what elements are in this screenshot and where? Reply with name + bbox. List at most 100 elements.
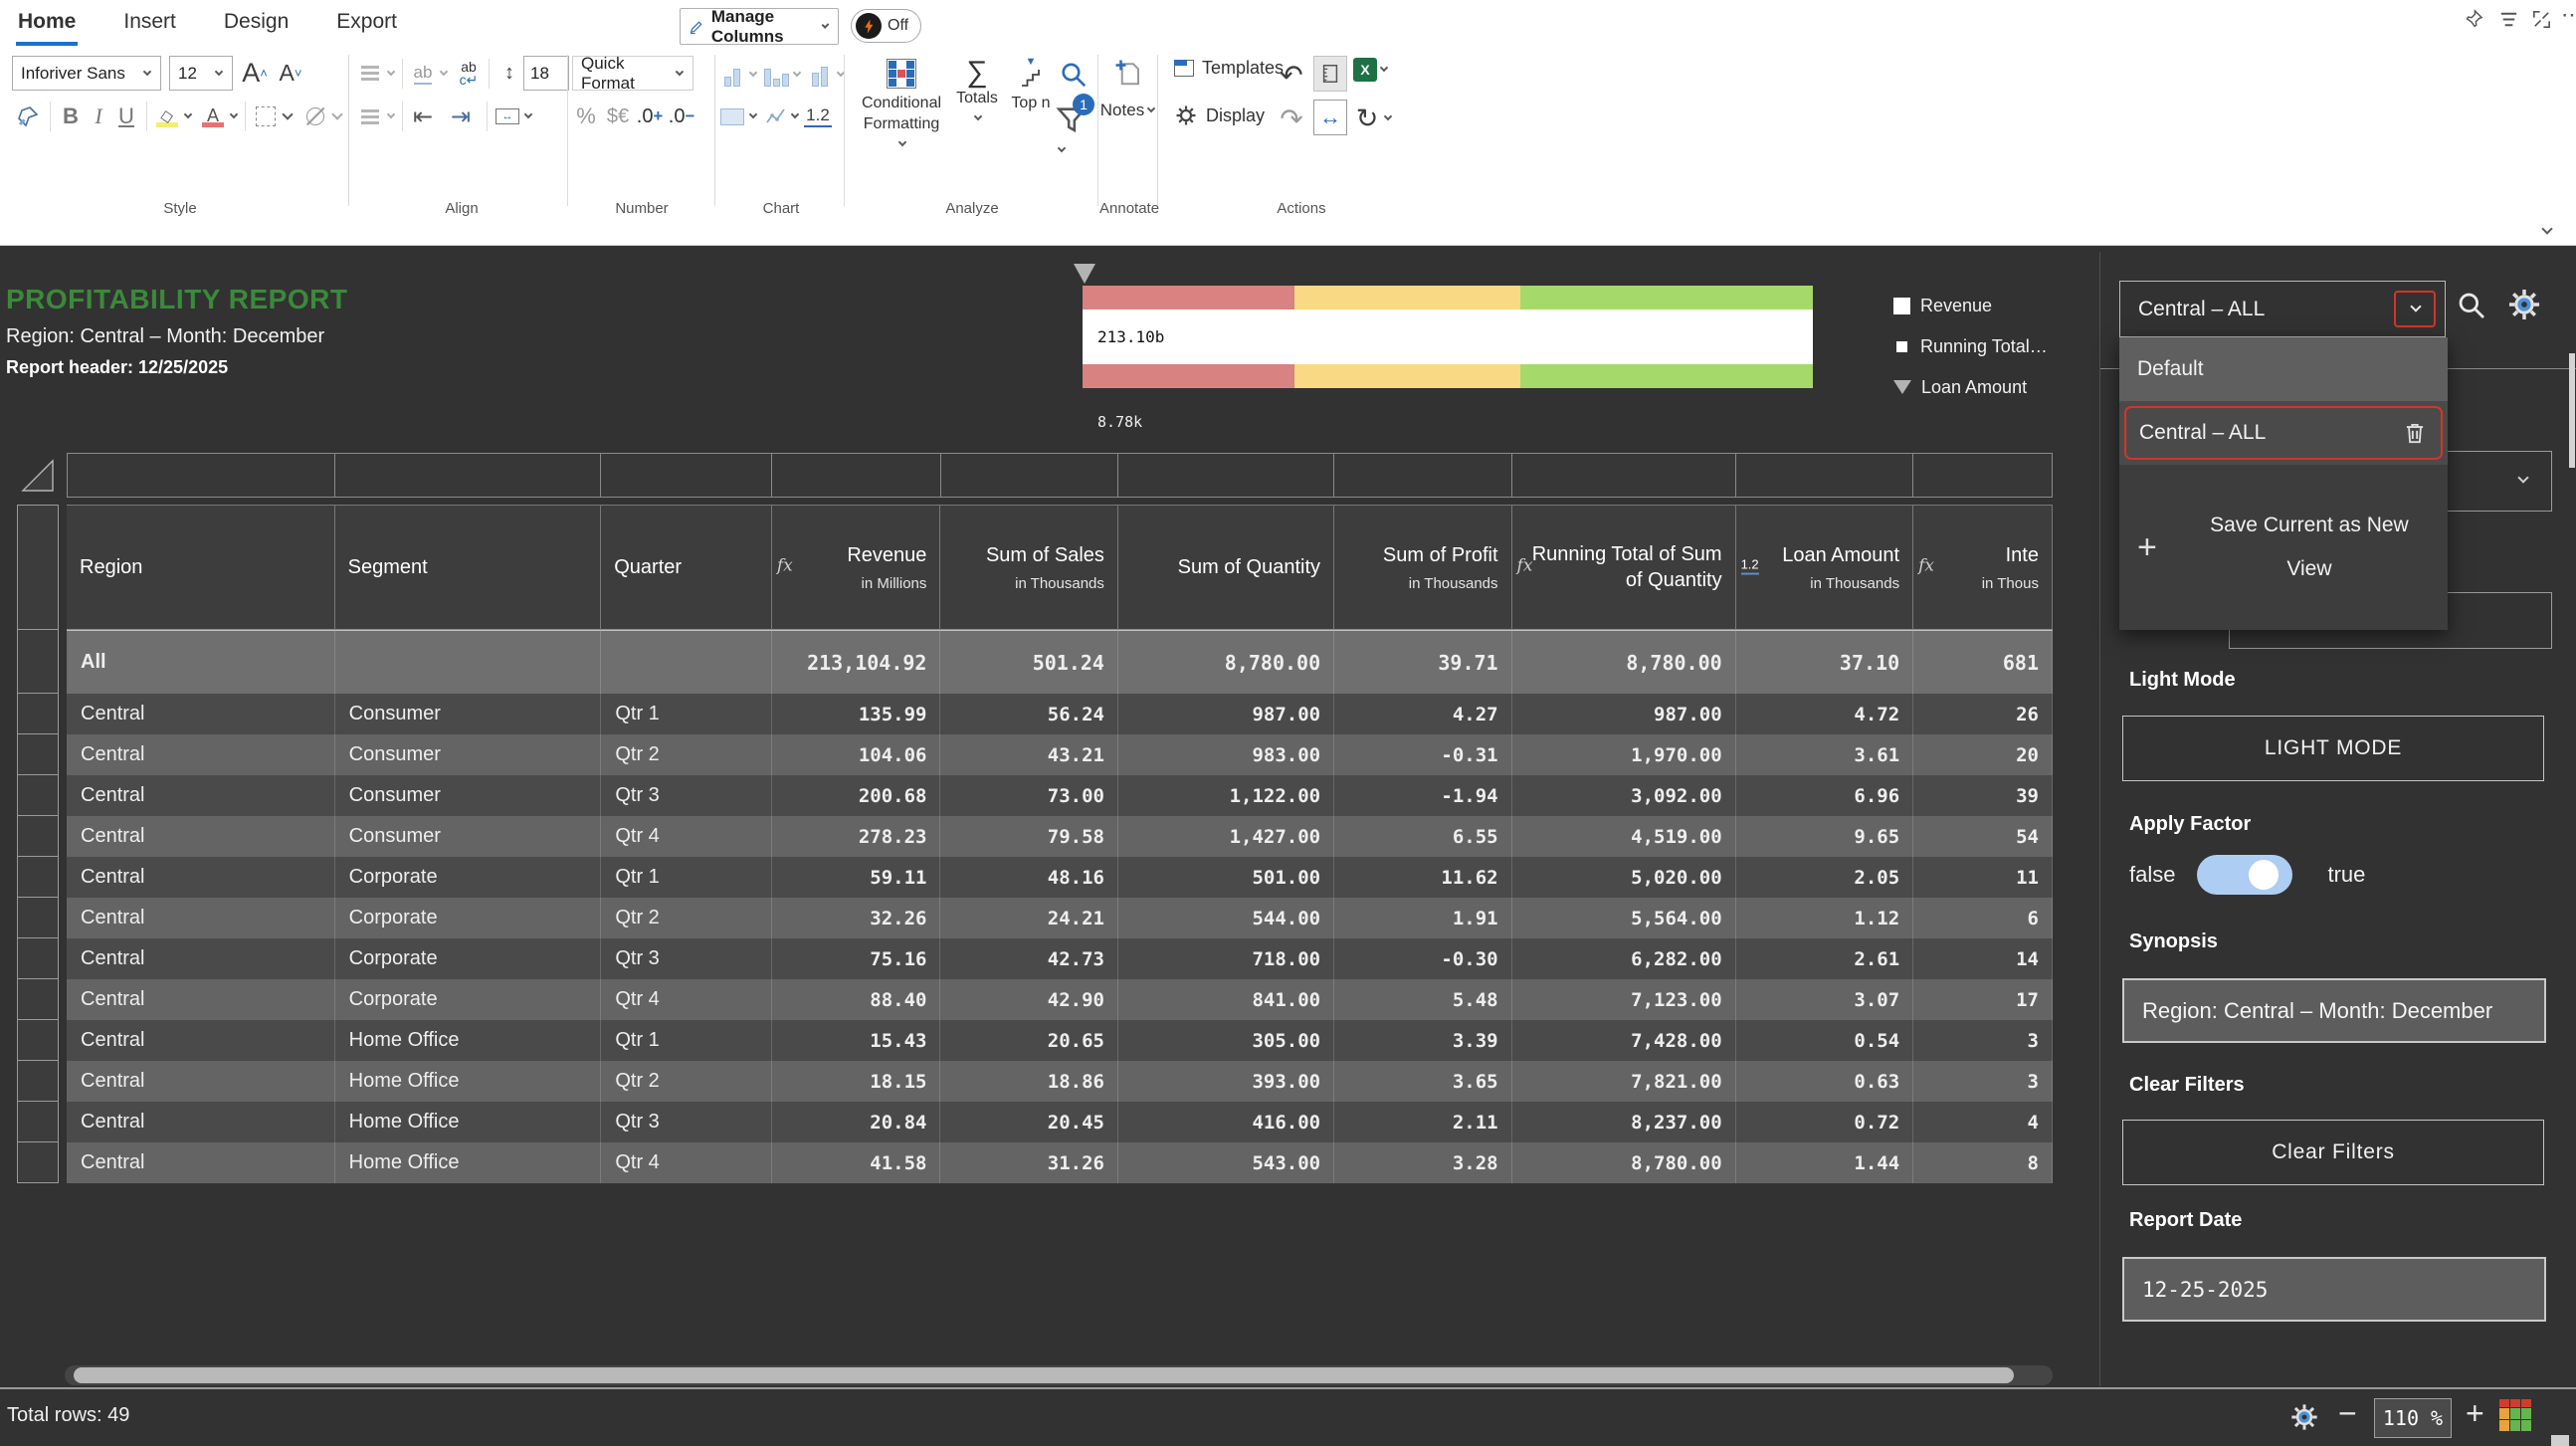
- table-cell[interactable]: 20: [1913, 734, 2053, 775]
- row-handle[interactable]: [17, 1142, 59, 1183]
- table-cell[interactable]: 544.00: [1118, 898, 1335, 938]
- table-cell[interactable]: Corporate: [335, 938, 602, 979]
- table-cell[interactable]: Corporate: [335, 898, 602, 938]
- manage-columns-button[interactable]: Manage Columns: [680, 7, 839, 46]
- table-cell[interactable]: 3.07: [1736, 979, 1914, 1020]
- table-cell[interactable]: Home Office: [335, 1061, 602, 1102]
- table-cell[interactable]: -1.94: [1334, 775, 1512, 816]
- table-cell[interactable]: 11: [1913, 857, 2053, 898]
- table-cell[interactable]: Home Office: [335, 1020, 602, 1061]
- column-header[interactable]: Sum of Sales in Thousands: [940, 505, 1118, 630]
- table-cell[interactable]: 1.91: [1334, 898, 1512, 938]
- table-cell[interactable]: 8,780.00: [1118, 631, 1335, 694]
- table-cell[interactable]: Central: [67, 775, 335, 816]
- table-cell[interactable]: 6.55: [1334, 816, 1512, 857]
- templates-icon[interactable]: [1174, 60, 1194, 77]
- display-label[interactable]: Display: [1206, 105, 1265, 126]
- row-handle[interactable]: [17, 505, 59, 630]
- table-cell[interactable]: Central: [67, 898, 335, 938]
- save-current-as-new-view[interactable]: + Save Current as New View: [2119, 465, 2448, 630]
- refresh-icon[interactable]: ↻: [1353, 102, 1381, 135]
- apply-factor-toggle[interactable]: [2197, 855, 2293, 895]
- conditional-formatting-button[interactable]: Conditional Formatting: [858, 56, 945, 155]
- zoom-out-button[interactable]: −: [2338, 1395, 2357, 1432]
- table-cell[interactable]: 4: [1913, 1102, 2053, 1142]
- table-cell[interactable]: 20.65: [940, 1020, 1118, 1061]
- filter-lines-icon[interactable]: [2497, 8, 2520, 31]
- undo-icon[interactable]: ↶: [1278, 58, 1305, 92]
- table-cell[interactable]: Central: [67, 1020, 335, 1061]
- row-handle[interactable]: [17, 775, 59, 816]
- row-handle[interactable]: [17, 857, 59, 898]
- table-cell[interactable]: All: [67, 631, 335, 694]
- table-cell[interactable]: Qtr 3: [601, 1102, 772, 1142]
- table-cell[interactable]: 2.05: [1736, 857, 1914, 898]
- indent-decrease-icon[interactable]: ⇤: [409, 100, 437, 133]
- wrap-text-icon[interactable]: ab c↵: [455, 57, 483, 91]
- collapse-ribbon-icon[interactable]: [2541, 223, 2553, 235]
- table-cell[interactable]: Consumer: [335, 775, 602, 816]
- filter-button[interactable]: 1: [1055, 94, 1096, 160]
- row-handle[interactable]: [17, 979, 59, 1020]
- table-cell[interactable]: 987.00: [1118, 694, 1335, 734]
- resize-handle[interactable]: [2551, 1435, 2569, 1446]
- view-dropdown-item[interactable]: Default: [2119, 337, 2448, 401]
- table-cell[interactable]: 73.00: [940, 775, 1118, 816]
- column-chart-icon[interactable]: [762, 58, 790, 92]
- column-header[interactable]: 1.2 Loan Amount in Thousands: [1735, 505, 1914, 630]
- table-cell[interactable]: 278.23: [772, 816, 941, 857]
- view-selector-chevron[interactable]: [2394, 291, 2436, 327]
- table-cell[interactable]: 3.61: [1736, 734, 1914, 775]
- text-overflow-icon[interactable]: ab: [409, 57, 437, 91]
- search-icon[interactable]: [2456, 290, 2487, 321]
- decrease-decimal-icon[interactable]: .0−: [668, 100, 695, 133]
- table-cell[interactable]: -0.31: [1334, 734, 1512, 775]
- table-cell[interactable]: Qtr 1: [601, 1020, 772, 1061]
- font-size-select[interactable]: 12: [169, 56, 233, 91]
- increase-font-icon[interactable]: A ˄: [241, 57, 269, 91]
- table-cell[interactable]: 8,237.00: [1512, 1102, 1736, 1142]
- table-cell[interactable]: Qtr 4: [601, 1142, 772, 1183]
- excel-export-icon[interactable]: X: [1353, 58, 1377, 82]
- table-cell[interactable]: 42.90: [940, 979, 1118, 1020]
- table-cell[interactable]: 4.27: [1334, 694, 1512, 734]
- quick-format-select[interactable]: Quick Format: [572, 54, 694, 93]
- table-cell[interactable]: 4,519.00: [1512, 816, 1736, 857]
- table-cell[interactable]: Qtr 4: [601, 979, 772, 1020]
- table-cell[interactable]: Qtr 2: [601, 734, 772, 775]
- table-cell[interactable]: 2.61: [1736, 938, 1914, 979]
- table-cell[interactable]: 7,123.00: [1512, 979, 1736, 1020]
- bar-chart-icon[interactable]: [718, 58, 746, 92]
- percent-icon[interactable]: %: [572, 100, 600, 133]
- ruler-icon[interactable]: [1313, 56, 1347, 92]
- sparkline-icon[interactable]: [764, 104, 788, 128]
- table-cell[interactable]: 3.39: [1334, 1020, 1512, 1061]
- table-cell[interactable]: 54: [1913, 816, 2053, 857]
- table-cell[interactable]: Qtr 4: [601, 816, 772, 857]
- table-cell[interactable]: 11.62: [1334, 857, 1512, 898]
- row-handle[interactable]: [17, 694, 59, 734]
- table-cell[interactable]: Central: [67, 857, 335, 898]
- horizontal-scrollbar[interactable]: [65, 1365, 2053, 1385]
- table-cell[interactable]: 75.16: [772, 938, 941, 979]
- empty-cell[interactable]: [67, 453, 335, 498]
- legend-item[interactable]: Loan Amount: [1893, 375, 2048, 399]
- table-cell[interactable]: 20.45: [940, 1102, 1118, 1142]
- table-cell[interactable]: Qtr 1: [601, 857, 772, 898]
- underline-button[interactable]: U: [112, 100, 140, 133]
- table-cell[interactable]: 0.72: [1736, 1102, 1914, 1142]
- settings-gear-icon[interactable]: [2288, 1401, 2320, 1433]
- table-cell[interactable]: 501.00: [1118, 857, 1335, 898]
- table-cell[interactable]: 39.71: [1334, 631, 1512, 694]
- row-handle[interactable]: [17, 734, 59, 775]
- table-cell[interactable]: 3.28: [1334, 1142, 1512, 1183]
- table-cell[interactable]: 14: [1913, 938, 2053, 979]
- row-handle[interactable]: [17, 816, 59, 857]
- currency-icon[interactable]: $€: [604, 100, 632, 133]
- table-cell[interactable]: 79.58: [940, 816, 1118, 857]
- table-cell[interactable]: [335, 631, 602, 694]
- table-cell[interactable]: Home Office: [335, 1102, 602, 1142]
- table-cell[interactable]: 200.68: [772, 775, 941, 816]
- empty-cell[interactable]: [1913, 453, 2053, 498]
- table-cell[interactable]: 9.65: [1736, 816, 1914, 857]
